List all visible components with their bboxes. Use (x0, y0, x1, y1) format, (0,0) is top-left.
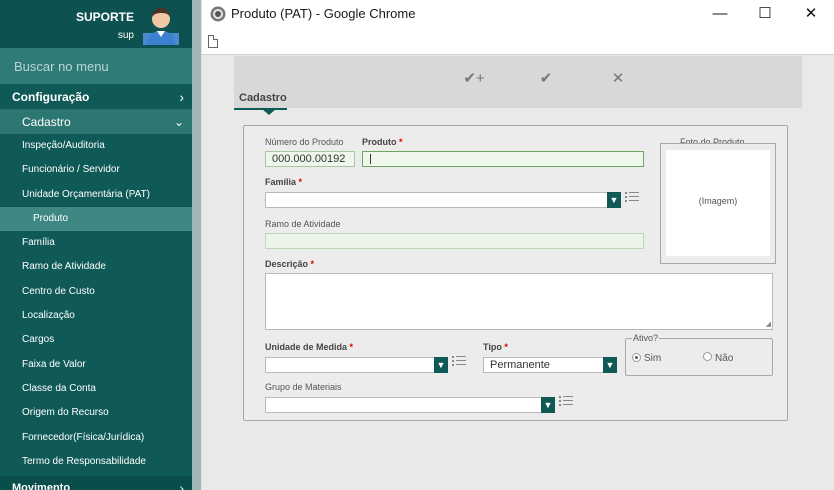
page-icon (208, 35, 218, 48)
ativo-nao-radio[interactable] (703, 352, 712, 361)
sidebar-item-inspecao[interactable]: Inspeção/Auditoria (0, 134, 192, 158)
menu-movimento-label: Movimento (12, 482, 71, 490)
cancel-button[interactable]: ✕ (608, 68, 628, 90)
chrome-logo-icon (210, 6, 226, 22)
menu-search (0, 48, 192, 84)
list-icon[interactable] (452, 356, 466, 368)
produto-label-text: Produto (362, 137, 397, 147)
list-icon[interactable] (559, 396, 573, 408)
menu-configuracao[interactable]: Configuração › (0, 85, 192, 110)
address-bar (202, 29, 834, 55)
chrome-window: Produto (PAT) - Google Chrome — ☐ ✕ ✔+ ✔… (201, 0, 834, 490)
descricao-textarea[interactable]: ◢ (265, 273, 773, 330)
required-mark: * (298, 177, 303, 187)
ativo-sim-label: Sim (644, 353, 662, 364)
save-new-button[interactable]: ✔+ (458, 68, 490, 90)
familia-label-text: Família (265, 177, 297, 187)
tipo-label: Tipo * (483, 342, 508, 352)
unidade-label-text: Unidade de Medida (265, 342, 348, 352)
titlebar: Produto (PAT) - Google Chrome — ☐ ✕ (202, 0, 834, 29)
tab-underline (234, 108, 287, 110)
user-login: sup (117, 30, 134, 41)
produto-label: Produto * (362, 137, 403, 147)
minimize-button[interactable]: — (698, 2, 742, 26)
ativo-legend: Ativo? (632, 333, 660, 343)
tipo-label-text: Tipo (483, 342, 502, 352)
numero-label: Número do Produto (265, 137, 344, 147)
sidebar-item-ramo-atividade[interactable]: Ramo de Atividade (0, 255, 192, 279)
ramo-field (265, 233, 644, 249)
required-mark: * (399, 137, 403, 147)
sidebar-item-termo-responsabilidade[interactable]: Termo de Responsabilidade (0, 450, 192, 474)
tab-cadastro[interactable]: Cadastro (234, 86, 292, 110)
menu-cadastro[interactable]: Cadastro ⌄ (0, 110, 192, 134)
tipo-select[interactable]: Permanente ▼ (483, 357, 617, 373)
familia-label: Família * (265, 177, 302, 187)
unidade-select[interactable]: ▼ (265, 357, 448, 373)
user-block: SUPORTE sup (0, 0, 192, 48)
grupo-select[interactable]: ▼ (265, 397, 555, 413)
tab-marker (262, 109, 276, 115)
numero-field: 000.000.00192 (265, 151, 355, 167)
chevron-down-icon[interactable]: ▼ (603, 357, 617, 373)
ativo-nao-label: Não (715, 353, 734, 364)
descricao-label-text: Descrição (265, 259, 309, 269)
tipo-value: Permanente (490, 359, 550, 371)
chevron-down-icon: ⌄ (173, 115, 184, 129)
product-form: Número do Produto 000.000.00192 Produto … (243, 125, 788, 421)
sidebar-item-produto[interactable]: Produto (0, 206, 192, 232)
foto-frame: (Imagem) (660, 143, 776, 264)
sidebar-item-fornecedor[interactable]: Fornecedor(Física/Jurídica) (0, 426, 192, 450)
text-cursor (370, 154, 371, 164)
chevron-down-icon[interactable]: ▼ (434, 357, 448, 373)
menu-items: Inspeção/Auditoria Funcionário / Servido… (0, 134, 192, 474)
user-name: SUPORTE (75, 10, 134, 24)
menu-cadastro-label: Cadastro (22, 115, 71, 129)
sidebar-item-funcionario[interactable]: Funcionário / Servidor (0, 158, 192, 182)
sidebar-item-familia[interactable]: Família (0, 231, 192, 255)
menu-search-input[interactable] (0, 48, 192, 84)
produto-input[interactable] (362, 151, 644, 167)
menu-movimento[interactable]: Movimento › (0, 476, 192, 490)
descricao-label: Descrição * (265, 259, 314, 269)
avatar[interactable] (143, 5, 179, 45)
grupo-label: Grupo de Materiais (265, 382, 342, 392)
sidebar-item-classe-conta[interactable]: Classe da Conta (0, 377, 192, 401)
close-button[interactable]: ✕ (789, 2, 833, 26)
sidebar-item-faixa-valor[interactable]: Faixa de Valor (0, 353, 192, 377)
required-mark: * (310, 259, 315, 269)
window-title: Produto (PAT) - Google Chrome (231, 6, 416, 21)
menu-configuracao-label: Configuração (12, 90, 90, 104)
sidebar: SUPORTE sup Configuração › Cadastro ⌄ In… (0, 0, 192, 490)
sidebar-item-cargos[interactable]: Cargos (0, 328, 192, 352)
chevron-right-icon: › (179, 480, 184, 490)
required-mark: * (504, 342, 508, 352)
resize-handle-icon[interactable]: ◢ (766, 320, 771, 328)
required-mark: * (349, 342, 354, 352)
unidade-label: Unidade de Medida * (265, 342, 353, 352)
sidebar-item-unidade-orcamentaria[interactable]: Unidade Orçamentária (PAT) (0, 183, 192, 207)
sidebar-item-origem-recurso[interactable]: Origem do Recurso (0, 401, 192, 425)
save-button[interactable]: ✔ (536, 68, 556, 90)
sidebar-scrollbar[interactable] (192, 0, 201, 490)
chevron-down-icon[interactable]: ▼ (607, 192, 621, 208)
form-toolbar: ✔+ ✔ ✕ (234, 56, 802, 108)
foto-placeholder: (Imagem) (698, 196, 738, 206)
maximize-button[interactable]: ☐ (743, 2, 787, 26)
list-icon[interactable] (625, 192, 639, 204)
sidebar-item-centro-custo[interactable]: Centro de Custo (0, 280, 192, 304)
ativo-group: Ativo? Sim Não (625, 333, 773, 376)
foto-produto-box: Foto do Produto (Imagem) (660, 126, 776, 265)
chevron-right-icon: › (179, 89, 184, 105)
sidebar-item-localizacao[interactable]: Localização (0, 304, 192, 328)
ativo-sim-radio[interactable] (632, 353, 641, 362)
chevron-down-icon[interactable]: ▼ (541, 397, 555, 413)
familia-select[interactable]: ▼ (265, 192, 621, 208)
foto-image-area[interactable]: (Imagem) (666, 150, 770, 256)
ramo-label: Ramo de Atividade (265, 219, 341, 229)
